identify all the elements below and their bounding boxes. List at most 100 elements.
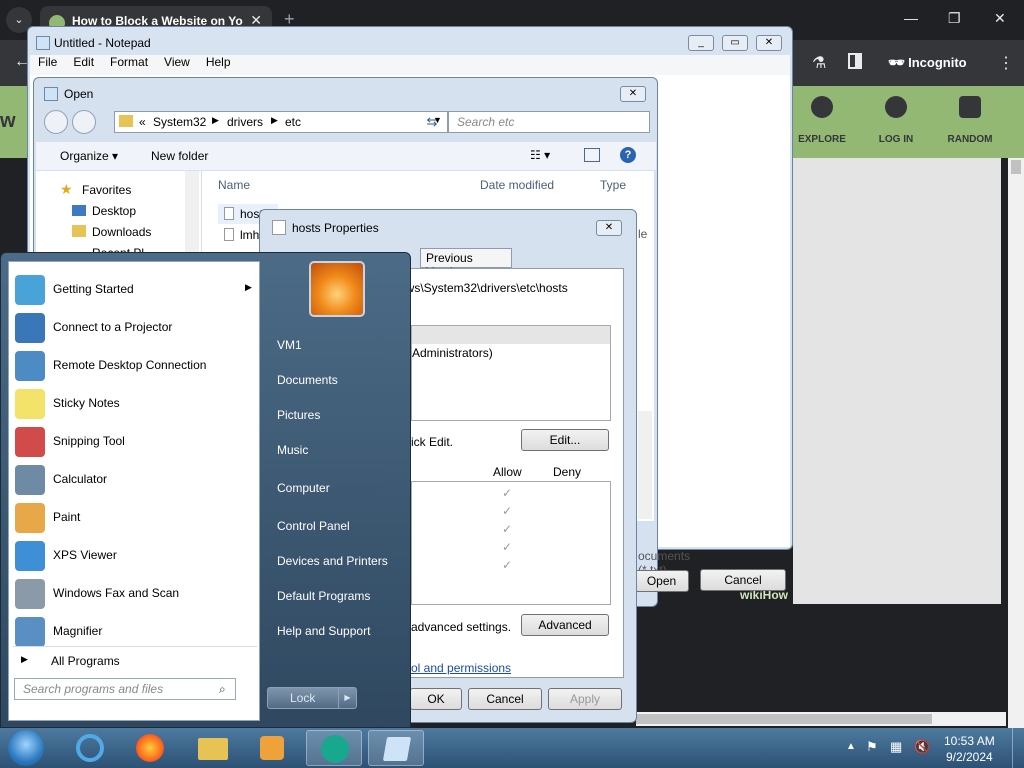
more-menu-icon[interactable]: ⋮ xyxy=(998,53,1014,73)
program-snipping-tool[interactable]: Snipping Tool xyxy=(13,424,257,460)
horizontal-scrollbar[interactable] xyxy=(636,712,1006,726)
network-icon[interactable]: ▦ xyxy=(890,739,902,755)
link-documents[interactable]: Documents xyxy=(277,373,338,387)
link-default-programs[interactable]: Default Programs xyxy=(277,589,370,603)
maximize-icon[interactable]: ❐ xyxy=(948,10,961,27)
address-bar[interactable]: « System32 ▶ drivers ▶ etc ▼ xyxy=(114,111,448,133)
menu-help[interactable]: Help xyxy=(206,55,231,69)
action-center-flag-icon[interactable]: ⚑ xyxy=(866,739,878,755)
menu-format[interactable]: Format xyxy=(110,55,148,69)
nav-random[interactable]: RANDOM xyxy=(940,96,1000,145)
taskbar-media-player-icon[interactable] xyxy=(244,730,300,766)
back-button[interactable] xyxy=(44,110,68,134)
minimize-icon[interactable]: — xyxy=(904,10,918,26)
incognito-badge[interactable]: 🕶 Incognito xyxy=(888,55,967,71)
link-vm1[interactable]: VM1 xyxy=(277,338,302,352)
open-button[interactable]: Open xyxy=(634,570,689,592)
program-getting-started[interactable]: Getting Started ▶ xyxy=(13,272,257,308)
user-avatar[interactable] xyxy=(309,261,365,317)
start-button[interactable] xyxy=(8,730,44,766)
refresh-icon[interactable]: ⇆ xyxy=(420,111,444,133)
menu-view[interactable]: View xyxy=(164,55,190,69)
link-devices-printers[interactable]: Devices and Printers xyxy=(277,554,388,568)
open-dialog-close-button[interactable]: ✕ xyxy=(620,86,646,102)
organize-button[interactable]: Organize ▾ xyxy=(60,149,118,163)
properties-close-button[interactable]: ✕ xyxy=(596,220,622,236)
link-control-panel[interactable]: Control Panel xyxy=(277,519,350,533)
scroll-thumb[interactable] xyxy=(1011,160,1021,174)
taskbar-firefox-icon[interactable] xyxy=(122,730,178,766)
volume-muted-icon[interactable]: 🔇 xyxy=(914,739,930,755)
program-sticky-notes[interactable]: Sticky Notes xyxy=(13,386,257,422)
menu-file[interactable]: File xyxy=(38,55,57,69)
program-paint[interactable]: Paint xyxy=(13,500,257,536)
file-list-scrollbar[interactable] xyxy=(638,411,652,519)
new-folder-button[interactable]: New folder xyxy=(151,149,208,163)
taskbar-explorer-icon[interactable] xyxy=(184,730,240,766)
menu-edit[interactable]: Edit xyxy=(73,55,94,69)
lock-options-arrow-icon[interactable]: ▶ xyxy=(338,688,356,708)
nav-explore[interactable]: EXPLORE xyxy=(792,96,852,145)
system-clock[interactable]: 10:53 AM 9/2/2024 xyxy=(944,733,995,765)
wikihow-logo[interactable]: w xyxy=(0,110,16,133)
edit-button[interactable]: Edit... xyxy=(521,429,609,451)
column-type[interactable]: Type xyxy=(600,178,626,192)
search-placeholder: Search programs and files xyxy=(23,682,164,696)
taskbar-notepad-icon[interactable] xyxy=(368,730,424,766)
lock-button[interactable]: Lock ▶ xyxy=(267,687,357,709)
program-calculator[interactable]: Calculator xyxy=(13,462,257,498)
program-remote-desktop[interactable]: Remote Desktop Connection xyxy=(13,348,257,384)
labs-icon[interactable]: ⚗ xyxy=(812,53,826,73)
side-panel-icon[interactable] xyxy=(848,53,862,69)
breadcrumb-drivers[interactable]: drivers xyxy=(227,115,263,129)
cancel-open-button[interactable]: Cancel xyxy=(700,569,786,591)
page-scrollbar[interactable] xyxy=(1008,158,1024,728)
ok-button[interactable]: OK xyxy=(410,688,462,710)
forward-button[interactable] xyxy=(72,110,96,134)
group-list[interactable]: Administrators) xyxy=(411,325,611,421)
breadcrumb-etc[interactable]: etc xyxy=(285,115,301,129)
show-desktop-button[interactable] xyxy=(1012,728,1024,768)
apply-button[interactable]: Apply xyxy=(548,688,622,710)
advanced-button[interactable]: Advanced xyxy=(521,614,609,636)
close-window-icon[interactable]: ✕ xyxy=(994,10,1006,27)
nav-login[interactable]: LOG IN xyxy=(866,96,926,145)
taskbar-active-app-icon[interactable] xyxy=(306,730,362,766)
link-pictures[interactable]: Pictures xyxy=(277,408,320,422)
column-name[interactable]: Name xyxy=(218,178,250,192)
program-magnifier[interactable]: Magnifier xyxy=(13,614,257,650)
link-computer[interactable]: Computer xyxy=(277,481,330,495)
nav-login-label: LOG IN xyxy=(878,134,914,145)
nav-favorites[interactable]: Favorites xyxy=(82,183,131,197)
preview-pane-icon[interactable] xyxy=(584,148,600,162)
cancel-button[interactable]: Cancel xyxy=(468,688,542,710)
program-fax-scan[interactable]: Windows Fax and Scan xyxy=(13,576,257,612)
program-connect-projector[interactable]: Connect to a Projector xyxy=(13,310,257,346)
nav-desktop[interactable]: Desktop xyxy=(92,204,136,218)
program-xps-viewer[interactable]: XPS Viewer xyxy=(13,538,257,574)
all-programs-button[interactable]: ▶ All Programs xyxy=(13,650,257,672)
breadcrumb-system32[interactable]: System32 xyxy=(153,115,206,129)
help-icon[interactable]: ? xyxy=(620,147,636,163)
sticky-notes-icon xyxy=(15,389,45,419)
notepad-maximize-button[interactable]: ▭ xyxy=(722,35,748,51)
notepad-menubar: File Edit Format View Help xyxy=(30,55,790,75)
group-administrators[interactable]: Administrators) xyxy=(412,346,493,360)
show-hidden-icons-icon[interactable]: ▲ xyxy=(846,741,856,752)
organize-label: Organize xyxy=(60,149,109,163)
search-icon[interactable]: ⌕ xyxy=(219,682,226,697)
folder-search-input[interactable]: Search etc xyxy=(448,111,650,133)
notepad-close-button[interactable]: ✕ xyxy=(756,35,782,51)
link-help-support[interactable]: Help and Support xyxy=(277,624,370,638)
link-music[interactable]: Music xyxy=(277,443,308,457)
start-search-input[interactable]: Search programs and files ⌕ xyxy=(14,678,236,700)
taskbar-ie-icon[interactable] xyxy=(62,730,118,766)
notepad-minimize-button[interactable]: _ xyxy=(688,35,714,51)
nav-downloads[interactable]: Downloads xyxy=(92,225,151,239)
permissions-link[interactable]: ol and permissions xyxy=(411,661,511,675)
column-date-modified[interactable]: Date modified xyxy=(480,178,554,192)
view-options-icon[interactable]: ☷ ▾ xyxy=(530,148,550,162)
breadcrumb-overflow[interactable]: « xyxy=(139,115,146,129)
chevron-right-icon: ▶ xyxy=(271,115,278,125)
tab-previous-versions[interactable]: Previous Versions xyxy=(420,248,512,279)
